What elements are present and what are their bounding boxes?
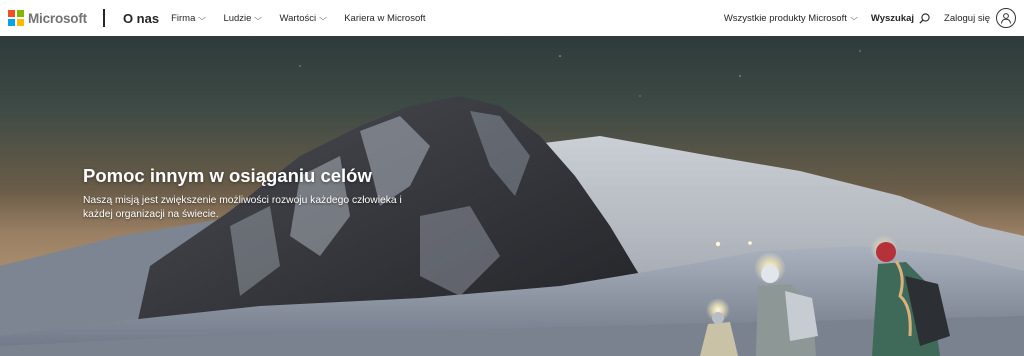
logo-square-green xyxy=(17,10,24,17)
site-title-link[interactable]: O nas xyxy=(123,11,159,26)
hero-text-block: Pomoc innym w osiąganiu celów Naszą misj… xyxy=(83,164,423,222)
chevron-down-icon: ⌵ xyxy=(849,13,858,22)
header-actions: Wszystkie produkty Microsoft ⌵ Wyszukaj … xyxy=(724,0,1024,36)
nav-item-ludzie[interactable]: Ludzie ⌵ xyxy=(223,12,263,24)
all-products-menu[interactable]: Wszystkie produkty Microsoft ⌵ xyxy=(723,12,858,24)
account-button[interactable] xyxy=(996,8,1016,28)
nav-item-label: Wartości xyxy=(279,12,317,24)
account-icon xyxy=(1001,13,1011,24)
nav-item-label: Firma xyxy=(171,12,196,24)
chevron-down-icon: ⌵ xyxy=(198,13,207,22)
hero-subtitle: Naszą misją jest zwiększenie możliwości … xyxy=(83,195,402,220)
signin-link[interactable]: Zaloguj się xyxy=(944,13,990,24)
search-label: Wyszukaj xyxy=(870,12,915,24)
logo-square-blue xyxy=(8,19,15,26)
nav-item-kariera[interactable]: Kariera w Microsoft xyxy=(344,13,425,24)
hero-title: Pomoc innym w osiąganiu celów xyxy=(83,165,372,186)
search-button[interactable]: Wyszukaj xyxy=(871,13,930,24)
search-icon xyxy=(919,12,930,24)
chevron-down-icon: ⌵ xyxy=(319,13,328,22)
nav-item-wartosci[interactable]: Wartości ⌵ xyxy=(279,12,328,24)
microsoft-logo-icon xyxy=(8,10,24,26)
logo-square-red xyxy=(8,10,15,17)
nav-item-firma[interactable]: Firma ⌵ xyxy=(171,12,207,24)
hero-banner: Pomoc innym w osiąganiu celów Naszą misj… xyxy=(0,36,1024,356)
logo-text: Microsoft xyxy=(28,10,87,26)
chevron-down-icon: ⌵ xyxy=(254,13,263,22)
nav-item-label: Kariera w Microsoft xyxy=(344,12,426,24)
site-header: Microsoft O nas Firma ⌵ Ludzie ⌵ Wartośc… xyxy=(0,0,1024,36)
main-nav: Firma ⌵ Ludzie ⌵ Wartości ⌵ Kariera w Mi… xyxy=(171,13,425,24)
microsoft-logo[interactable]: Microsoft xyxy=(8,10,87,26)
header-divider xyxy=(102,9,105,27)
logo-square-yellow xyxy=(17,19,24,26)
nav-item-label: Ludzie xyxy=(223,12,252,24)
all-products-label: Wszystkie produkty Microsoft xyxy=(723,12,847,24)
